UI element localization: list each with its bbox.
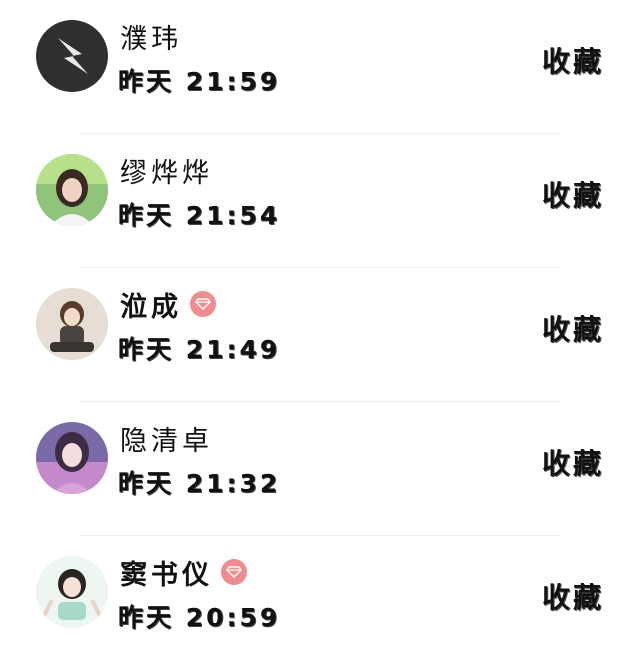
list-item[interactable]: 窦书仪 昨天 20:59 收藏: [0, 536, 640, 670]
contact-name: 缪烨烨: [120, 157, 213, 189]
contact-name: 涖成: [120, 291, 182, 323]
favorite-button[interactable]: 收藏: [542, 576, 604, 616]
list-item[interactable]: 涖成 昨天 21:49 收藏: [0, 268, 640, 402]
list-item[interactable]: 缪烨烨 昨天 21:54 收藏: [0, 134, 640, 268]
anime-character-icon: [36, 288, 108, 360]
timestamp: 昨天 21:49: [118, 335, 281, 364]
girl-photo-icon: [36, 154, 108, 226]
timestamp: 昨天 21:32: [118, 469, 281, 498]
timestamp: 昨天 21:54: [118, 201, 281, 230]
anime-girl-icon: [36, 422, 108, 494]
list-item[interactable]: 隐清卓 昨天 21:32 收藏: [0, 402, 640, 536]
avatar[interactable]: [36, 556, 108, 628]
contact-name: 窦书仪: [120, 559, 213, 591]
favorite-button[interactable]: 收藏: [542, 308, 604, 348]
contact-name: 濮玮: [120, 23, 182, 55]
favorite-button[interactable]: 收藏: [542, 40, 604, 80]
timestamp: 昨天 21:59: [118, 67, 281, 96]
favorite-button[interactable]: 收藏: [542, 174, 604, 214]
contact-name: 隐清卓: [120, 425, 213, 457]
timestamp: 昨天 20:59: [118, 603, 281, 632]
avatar[interactable]: [36, 288, 108, 360]
list-item[interactable]: 濮玮 昨天 21:59 收藏: [0, 0, 640, 134]
avatar[interactable]: [36, 422, 108, 494]
diamond-icon: [221, 559, 247, 585]
avatar[interactable]: [36, 154, 108, 226]
favorite-button[interactable]: 收藏: [542, 442, 604, 482]
diamond-icon: [190, 291, 216, 317]
child-photo-icon: [36, 556, 108, 628]
lightning-logo-icon: [36, 20, 108, 92]
avatar[interactable]: [36, 20, 108, 92]
